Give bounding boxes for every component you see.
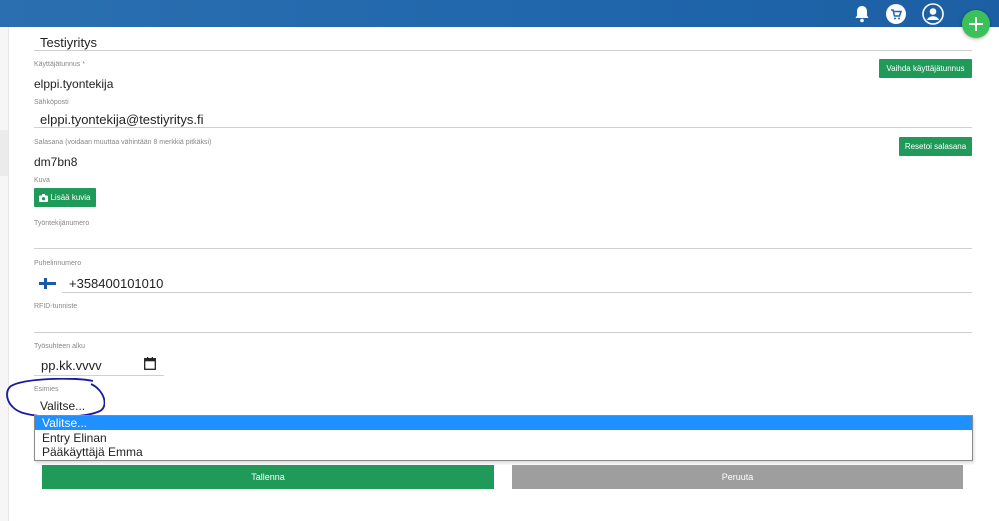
dropdown-option[interactable]: Pääkäyttäjä Emma <box>35 445 972 459</box>
calendar-icon[interactable] <box>144 357 156 370</box>
plus-icon <box>969 17 983 31</box>
employee-number-label: Työntekijänumero <box>34 220 90 227</box>
add-images-button[interactable]: Lisää kuvia <box>34 188 96 207</box>
password-label: Salasana (voidaan muuttaa vähintään 8 me… <box>34 139 212 146</box>
top-navigation-bar <box>0 0 999 27</box>
add-images-label: Lisää kuvia <box>50 193 91 202</box>
email-field-underline <box>34 127 972 128</box>
supervisor-dropdown-list[interactable]: Valitse... Entry Elinan Pääkäyttäjä Emma <box>34 415 973 461</box>
phone-input[interactable]: +358400101010 <box>69 276 163 291</box>
finland-flag-icon[interactable] <box>39 278 56 289</box>
company-field-underline <box>34 50 972 51</box>
cancel-button[interactable]: Peruuta <box>512 465 963 489</box>
change-username-button[interactable]: Vaihda käyttäjätunnus <box>879 59 972 78</box>
save-button[interactable]: Tallenna <box>42 465 494 489</box>
start-date-label: Työsuhteen alku <box>34 343 85 350</box>
reset-password-button[interactable]: Resetoi salasana <box>899 137 972 156</box>
left-sidebar-edge <box>0 27 9 521</box>
phone-field-underline <box>62 292 972 293</box>
rfid-field-underline <box>34 332 972 333</box>
company-value: Testiyritys <box>40 35 98 50</box>
username-label: Käyttäjätunnus * <box>34 61 85 68</box>
employee-number-underline <box>34 248 972 249</box>
camera-icon <box>39 193 49 202</box>
email-label: Sähköposti <box>34 99 69 106</box>
annotation-circle <box>6 378 105 418</box>
email-input[interactable]: elppi.tyontekija@testiyritys.fi <box>40 112 203 127</box>
cart-icon[interactable] <box>885 3 907 25</box>
bell-icon[interactable] <box>851 3 873 25</box>
sidebar-tab[interactable] <box>0 130 8 176</box>
add-new-button[interactable] <box>962 10 990 38</box>
username-value: elppi.tyontekija <box>34 77 114 91</box>
user-icon[interactable] <box>922 3 944 25</box>
start-date-placeholder: pp.kk.vvvv <box>41 358 102 373</box>
phone-label: Puhelinnumero <box>34 260 82 267</box>
rfid-label: RFID-tunniste <box>34 303 78 310</box>
password-value: dm7bn8 <box>34 155 78 169</box>
image-label: Kuva <box>34 177 50 184</box>
start-date-input[interactable]: pp.kk.vvvv <box>34 354 164 376</box>
dropdown-option[interactable]: Valitse... <box>35 416 972 430</box>
dropdown-option[interactable]: Entry Elinan <box>35 431 972 445</box>
